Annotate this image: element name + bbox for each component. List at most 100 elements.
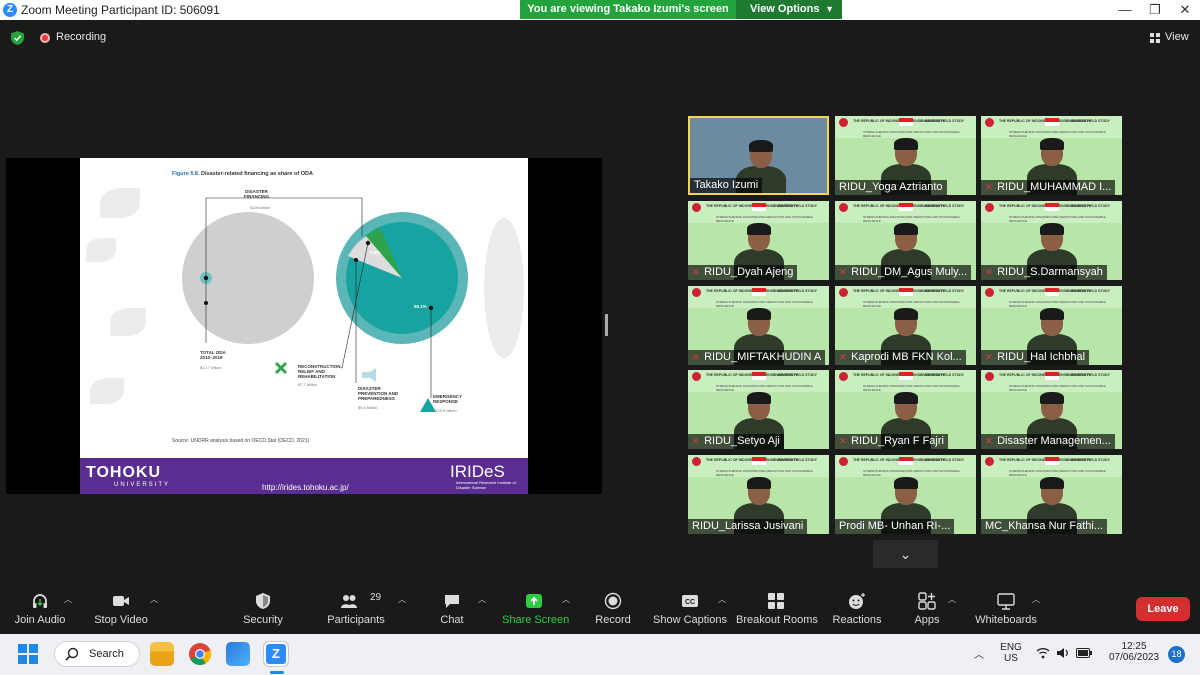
record-button[interactable]: Record	[590, 586, 636, 634]
share-screen-button[interactable]: Share Screen ︿	[502, 586, 570, 634]
video-camera-icon	[113, 596, 129, 606]
participant-hair	[747, 392, 771, 404]
caret-up-icon[interactable]: ︿	[398, 594, 406, 605]
flag-icon	[752, 203, 766, 211]
caret-up-icon[interactable]: ︿	[718, 594, 726, 605]
grid-view-icon[interactable]	[1150, 33, 1160, 43]
participant-hair	[1040, 223, 1064, 235]
university-seal-icon	[839, 288, 848, 297]
participant-tile[interactable]: THE REPUBLIC OF INDONESIA DEFENSE UNIVER…	[981, 116, 1122, 195]
apps-button[interactable]: Apps ︿	[906, 586, 956, 634]
breakout-rooms-button[interactable]: Breakout Rooms	[736, 586, 818, 634]
stop-video-label: Stop Video	[94, 614, 148, 626]
participant-name-label: ✕ RIDU_MUHAMMAD I...	[981, 180, 1116, 195]
file-explorer-icon[interactable]	[150, 642, 174, 666]
participant-tile[interactable]: THE REPUBLIC OF INDONESIA DEFENSE UNIVER…	[981, 201, 1122, 280]
window-title: Zoom Meeting Participant ID: 506091	[21, 3, 220, 17]
participant-tile[interactable]: THE REPUBLIC OF INDONESIA DEFENSE UNIVER…	[981, 286, 1122, 365]
stop-video-button[interactable]: Stop Video ︿	[88, 586, 158, 634]
tile-header-right: OVERSEAS FIELD STUDY	[1066, 119, 1110, 123]
participant-tile[interactable]: Takako Izumi	[688, 116, 829, 195]
windows-start-icon[interactable]	[18, 644, 38, 664]
participant-tile[interactable]: THE REPUBLIC OF INDONESIA DEFENSE UNIVER…	[981, 370, 1122, 449]
taskbar-clock[interactable]: 12:25 07/06/2023	[1104, 641, 1164, 663]
join-audio-button[interactable]: Join Audio ︿	[8, 586, 72, 634]
muted-microphone-icon: ✕	[985, 352, 993, 362]
participant-name: RIDU_Hal Ichbhal	[997, 351, 1086, 363]
university-seal-icon	[985, 288, 994, 297]
caret-up-icon[interactable]: ︿	[1032, 594, 1040, 605]
notification-count-badge[interactable]: 18	[1168, 646, 1185, 663]
show-captions-button[interactable]: CC Show Captions ︿	[652, 586, 728, 634]
participant-tile[interactable]: THE REPUBLIC OF INDONESIA DEFENSE UNIVER…	[835, 370, 976, 449]
resize-handle[interactable]	[605, 314, 608, 336]
university-label: UNIVERSITY	[114, 482, 171, 488]
participant-tile[interactable]: THE REPUBLIC OF INDONESIA DEFENSE UNIVER…	[835, 201, 976, 280]
breakout-rooms-icon	[768, 593, 784, 609]
university-seal-icon	[985, 372, 994, 381]
shield-icon	[256, 593, 270, 609]
participant-tile[interactable]: THE REPUBLIC OF INDONESIA DEFENSE UNIVER…	[688, 286, 829, 365]
reconstruction-value: $7.7 billion	[298, 382, 318, 387]
muted-microphone-icon: ✕	[839, 436, 847, 446]
breakout-rooms-label: Breakout Rooms	[736, 614, 818, 626]
share-banner: You are viewing Takako Izumi's screen Vi…	[520, 0, 842, 19]
total-oda-label: TOTAL ODA 2010–2019	[200, 350, 226, 360]
view-options-button[interactable]: View Options ▼	[736, 0, 842, 19]
chat-button[interactable]: Chat ︿	[430, 586, 486, 634]
zoom-taskbar-icon[interactable]: Z	[263, 641, 289, 667]
leave-button[interactable]: Leave	[1136, 597, 1190, 621]
caret-up-icon[interactable]: ︿	[948, 594, 956, 605]
view-button[interactable]: View	[1165, 31, 1189, 43]
participant-tile[interactable]: THE REPUBLIC OF INDONESIA DEFENSE UNIVER…	[688, 201, 829, 280]
participant-hair	[747, 223, 771, 235]
participant-name: Disaster Managemen...	[997, 435, 1111, 447]
participant-name-label: ✕ RIDU_S.Darmansyah	[981, 265, 1107, 280]
irides-url: http://irides.tohoku.ac.jp/	[262, 483, 349, 492]
recording-label[interactable]: Recording	[56, 31, 106, 43]
caret-up-icon[interactable]: ︿	[562, 594, 570, 605]
flag-icon	[1045, 372, 1059, 380]
shared-screen[interactable]: Figure 5.8. Disaster-related financing a…	[6, 158, 602, 494]
close-button[interactable]: ✕	[1170, 0, 1200, 20]
taskbar-search-box[interactable]: Search	[54, 641, 140, 667]
participant-name: RIDU_Larissa Jusivani	[692, 520, 804, 532]
participant-tile[interactable]: THE REPUBLIC OF INDONESIA DEFENSE UNIVER…	[835, 116, 976, 195]
minimize-button[interactable]: —	[1110, 0, 1140, 20]
volume-icon[interactable]	[1056, 647, 1070, 659]
participant-hair	[894, 308, 918, 320]
tile-header-subtitle: STRENGTHENING DISASTER RISK REDUCTION AN…	[716, 384, 813, 392]
muted-microphone-icon: ✕	[985, 436, 993, 446]
participant-tile[interactable]: THE REPUBLIC OF INDONESIA DEFENSE UNIVER…	[688, 370, 829, 449]
maximize-button[interactable]: ❐	[1140, 0, 1170, 20]
participant-hair	[894, 223, 918, 235]
participants-button[interactable]: 29 Participants ︿	[322, 586, 406, 634]
participant-name: RIDU_DM_Agus Muly...	[851, 266, 967, 278]
whiteboards-button[interactable]: Whiteboards ︿	[972, 586, 1040, 634]
input-language-button[interactable]: ENG US	[1000, 642, 1022, 664]
tile-header-subtitle: STRENGTHENING DISASTER RISK REDUCTION AN…	[1009, 469, 1106, 477]
reactions-label: Reactions	[832, 614, 882, 626]
gallery-next-page-button[interactable]: ⌄	[873, 540, 938, 568]
security-button[interactable]: Security	[232, 586, 294, 634]
caret-up-icon[interactable]: ︿	[478, 594, 486, 605]
irides-subtitle: International Research Institute of Disa…	[456, 480, 516, 490]
reactions-button[interactable]: Reactions	[830, 586, 884, 634]
encryption-shield-icon[interactable]	[11, 31, 24, 45]
participant-name: RIDU_S.Darmansyah	[997, 266, 1103, 278]
chrome-icon[interactable]	[188, 642, 212, 666]
tile-header-right: OVERSEAS FIELD STUDY	[773, 458, 817, 462]
caret-up-icon[interactable]: ︿	[64, 594, 72, 605]
participant-name-label: MC_Khansa Nur Fathi...	[981, 519, 1107, 534]
participant-tile[interactable]: THE REPUBLIC OF INDONESIA DEFENSE UNIVER…	[688, 455, 829, 534]
participant-tile[interactable]: THE REPUBLIC OF INDONESIA DEFENSE UNIVER…	[981, 455, 1122, 534]
caret-up-icon[interactable]: ︿	[150, 594, 158, 605]
photos-app-icon[interactable]	[226, 642, 250, 666]
tray-overflow-chevron-icon[interactable]: ︿	[974, 646, 984, 661]
participant-name: RIDU_MUHAMMAD I...	[997, 181, 1112, 193]
participant-tile[interactable]: THE REPUBLIC OF INDONESIA DEFENSE UNIVER…	[835, 286, 976, 365]
participant-tile[interactable]: THE REPUBLIC OF INDONESIA DEFENSE UNIVER…	[835, 455, 976, 534]
battery-icon[interactable]	[1076, 648, 1092, 658]
search-label: Search	[89, 648, 124, 660]
wifi-icon[interactable]	[1036, 647, 1050, 659]
